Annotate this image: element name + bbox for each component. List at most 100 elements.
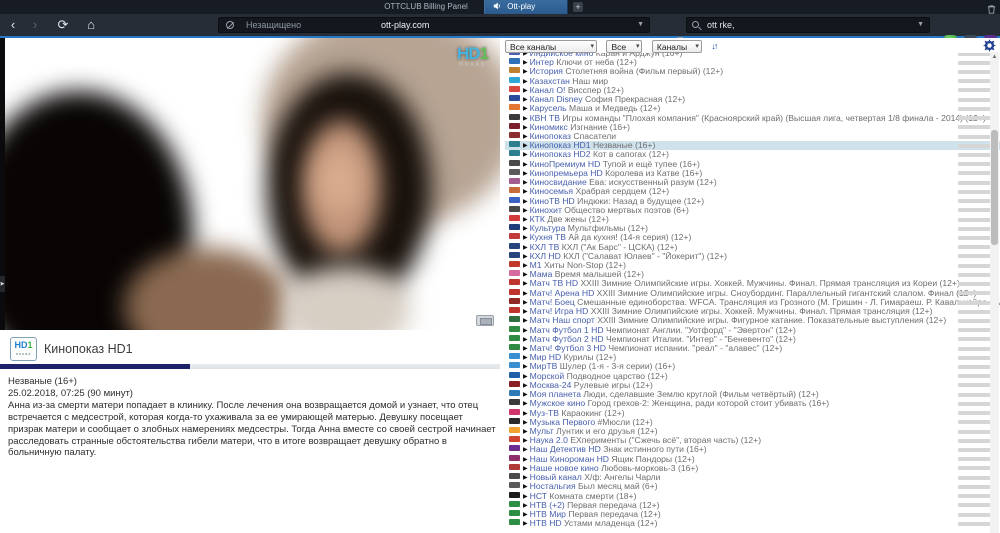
- play-icon: ▶: [523, 207, 528, 214]
- program-name: Игры команды "Плохая компания" (Краснояр…: [562, 113, 986, 123]
- channel-name: Наш Детектив HD: [529, 445, 601, 455]
- program-name: Индюки: Назад в будущее (12+): [577, 196, 705, 206]
- forward-button[interactable]: ›: [26, 15, 44, 35]
- home-button[interactable]: ⌂: [82, 15, 100, 35]
- trash-icon[interactable]: [986, 2, 997, 14]
- channel-row[interactable]: ▶ НТВ HD Устами младенца (12+): [505, 519, 1000, 528]
- channel-name: Матч! Арена HD: [529, 288, 595, 298]
- video-player[interactable]: HD1 ПОКАЗ: [5, 38, 500, 330]
- channel-row[interactable]: ▶ МирТВ Шулер (1-я - 3-я серии) (16+): [505, 362, 1000, 371]
- channel-row[interactable]: ▶ КТК Две жены (12+): [505, 214, 1000, 224]
- epg-progress-bar: [958, 521, 992, 526]
- search-dropdown-icon[interactable]: ▼: [917, 18, 924, 32]
- channel-row[interactable]: ▶ Матч! Футбол 3 HD Чемпионат испании. "р…: [505, 344, 1000, 353]
- program-title: Незваные (16+): [8, 376, 77, 387]
- channel-row[interactable]: ▶ Москва-24 Рулевые игры (12+): [505, 380, 1000, 390]
- epg-progress-bar: [958, 153, 992, 157]
- fullscreen-pip-button[interactable]: [476, 315, 494, 326]
- program-name: Лунтик и его друзья (12+): [556, 426, 658, 436]
- channel-row[interactable]: ▶ Морской Подводное царство (12+): [505, 371, 1000, 381]
- channel-row[interactable]: ▶ Наш Кинороман HD Ящик Пандоры (12+): [505, 454, 1000, 464]
- url-dropdown-icon[interactable]: ▼: [637, 18, 644, 32]
- scroll-up-icon[interactable]: ▲: [990, 54, 999, 60]
- url-field[interactable]: Незащищено ott-play.com ▼: [218, 17, 650, 33]
- channel-row[interactable]: ▶ КВН ТВ Игры команды "Плохая компания" (…: [505, 113, 1000, 123]
- channel-row[interactable]: ▶ Киносвидание Ева: искусственный разум (…: [505, 178, 1000, 187]
- channel-row[interactable]: ▶ Кинопоказ HD2 Кот в сапогах (12+): [505, 150, 1000, 159]
- sort-icon[interactable]: ↓↑: [711, 40, 718, 53]
- play-icon: ▶: [523, 152, 528, 159]
- channel-row[interactable]: ▶ Киносемья Храбрая сердцем (12+): [505, 187, 1000, 196]
- channel-row[interactable]: ▶ Матч Наш спорт XXIII Зимние Олимпийские…: [505, 316, 1000, 325]
- list-scrollbar[interactable]: ▲: [990, 52, 999, 533]
- channel-row[interactable]: ▶ Мир HD Курилы (12+): [505, 353, 1000, 362]
- channel-row[interactable]: ▶ Кинопоказ Спасатели: [505, 131, 1000, 141]
- channel-row[interactable]: ▶ Канал O! Висспер (12+): [505, 85, 1000, 95]
- program-name: Изгнание (16+): [570, 122, 631, 132]
- channel-row[interactable]: ▶ Культура Мультфильмы (12+): [505, 224, 1000, 233]
- channel-row[interactable]: ▶ Кинопоказ HD1 Незваные (16+): [505, 141, 1000, 151]
- channel-row[interactable]: ▶ Мама Время малышей (12+): [505, 270, 1000, 279]
- channel-row[interactable]: ▶ Матч! Боец Смешанные единоборства. WFCA…: [505, 297, 1000, 307]
- filter-view-select[interactable]: Каналы: [651, 40, 702, 53]
- channel-row[interactable]: ▶ Казахстан Наш мир: [505, 76, 1000, 86]
- channel-row[interactable]: ▶ М1 Хиты Non-Stop (12+): [505, 261, 1000, 270]
- channel-row[interactable]: ▶ Наш Детектив HD Знак истинного пути (16…: [505, 445, 1000, 454]
- epg-progress-bar: [958, 365, 992, 370]
- channel-row[interactable]: ▶ Кухня ТВ Ай да кухня! (14-я серия) (12+…: [505, 233, 1000, 242]
- channel-title: Кинопоказ HD1: [44, 342, 133, 356]
- tab-ottplay[interactable]: Ott-play: [484, 0, 568, 14]
- channel-row[interactable]: ▶ Матч Футбол 2 HD Чемпионат Италии. "Инт…: [505, 334, 1000, 344]
- channel-row[interactable]: ▶ Наука 2.0 EXперименты ("Сжечь всё", вто…: [505, 436, 1000, 445]
- channel-row[interactable]: ▶ Интер Ключи от неба (12+): [505, 58, 1000, 67]
- gear-icon[interactable]: [983, 39, 996, 52]
- channel-row[interactable]: ▶ Карусель Маша и Медведь (12+): [505, 104, 1000, 113]
- new-tab-button[interactable]: +: [573, 2, 583, 12]
- play-icon: ▶: [523, 465, 528, 472]
- program-name: Ева: искусственный разум (12+): [589, 178, 717, 188]
- epg-progress-bar: [958, 70, 992, 75]
- channel-row[interactable]: ▶ Ностальгия Был месяц май (6+): [505, 482, 1000, 491]
- channel-row[interactable]: ▶ Музыка Первого #Мюсли (12+): [505, 417, 1000, 427]
- channel-row[interactable]: ▶ Муз-ТВ Караокинг (12+): [505, 408, 1000, 418]
- channel-row[interactable]: ▶ Мужское кино Город грехов-2: Женщина, р…: [505, 399, 1000, 408]
- channel-row[interactable]: ▶ Мульт Лунтик и его друзья (12+): [505, 426, 1000, 436]
- reload-button[interactable]: ⟳: [54, 15, 72, 35]
- channel-row[interactable]: ▶ Кинохит Общество мертвых поэтов (6+): [505, 205, 1000, 215]
- channel-row[interactable]: ▶ КХЛ HD КХЛ ("Салават Юлаев" - "Йокерит"…: [505, 251, 1000, 261]
- channel-row[interactable]: ▶ Моя планета Люди, сделавшие Землю кругл…: [505, 390, 1000, 399]
- channel-row[interactable]: ▶ НСТ Комната смерти (18+): [505, 491, 1000, 501]
- channel-row[interactable]: ▶ Кинопремьера HD Королева из Катве (16+): [505, 168, 1000, 178]
- program-progress-bar: [0, 364, 500, 369]
- channel-row[interactable]: ▶ Матч! Арена HD XXIII Зимние Олимпийские…: [505, 288, 1000, 298]
- channel-row[interactable]: ▶ История Столетняя война (Фильм первый) …: [505, 67, 1000, 76]
- channel-logo-chip: [509, 104, 520, 111]
- channel-row[interactable]: ▶ Матч ТВ HD XXIII Зимние Олимпийские игр…: [505, 279, 1000, 288]
- channel-row[interactable]: ▶ Матч! Игра HD XXIII Зимние Олимпийские …: [505, 307, 1000, 316]
- epg-progress-bar: [958, 328, 992, 333]
- channel-row[interactable]: ▶ КиноПремиум HD Тупой и ещё тупее (16+): [505, 159, 1000, 169]
- channel-row[interactable]: ▶ НТВ (+2) Первая передача (12+): [505, 500, 1000, 510]
- channel-row[interactable]: ▶ Киномикс Изгнание (16+): [505, 122, 1000, 132]
- program-description: Анна из-за смерти матери попадает в клин…: [8, 399, 496, 459]
- channel-row[interactable]: ▶ КиноТВ HD Индюки: Назад в будущее (12+): [505, 196, 1000, 206]
- search-input[interactable]: ott rke, ▼: [686, 17, 930, 33]
- program-name: Ай да кухня! (14-я серия) (12+): [568, 233, 692, 243]
- epg-progress-bar: [958, 53, 992, 56]
- back-button[interactable]: ‹: [4, 15, 22, 35]
- channel-row[interactable]: ▶ Наше новое кино Любовь-морковь-3 (16+): [505, 463, 1000, 473]
- tab-ottclub-billing[interactable]: OTTCLUB Billing Panel: [372, 0, 480, 14]
- channel-row[interactable]: ▶ Канал Disney София Прекрасная (12+): [505, 95, 1000, 104]
- channel-logo-chip: [509, 344, 520, 350]
- program-name: Две жены (12+): [547, 214, 609, 224]
- filter-type-select[interactable]: Все: [606, 40, 643, 53]
- scrollbar-thumb[interactable]: [991, 130, 998, 245]
- play-icon: ▶: [523, 106, 528, 113]
- channel-row[interactable]: ▶ Новый канал Х/ф: Ангелы Чарли: [505, 473, 1000, 482]
- program-name: XXIII Зимние Олимпийские игры. Хоккей. М…: [590, 307, 933, 317]
- filter-group-select[interactable]: Все каналы: [505, 40, 597, 53]
- channel-row[interactable]: ▶ Матч Футбол 1 HD Чемпионат Англии. "Уот…: [505, 325, 1000, 335]
- channel-row[interactable]: ▶ КХЛ ТВ КХЛ ("Ак Барс" - ЦСКА) (12+): [505, 242, 1000, 252]
- channel-row[interactable]: ▶ НТВ Мир Первая передача (12+): [505, 509, 1000, 519]
- channel-name: История: [529, 67, 563, 77]
